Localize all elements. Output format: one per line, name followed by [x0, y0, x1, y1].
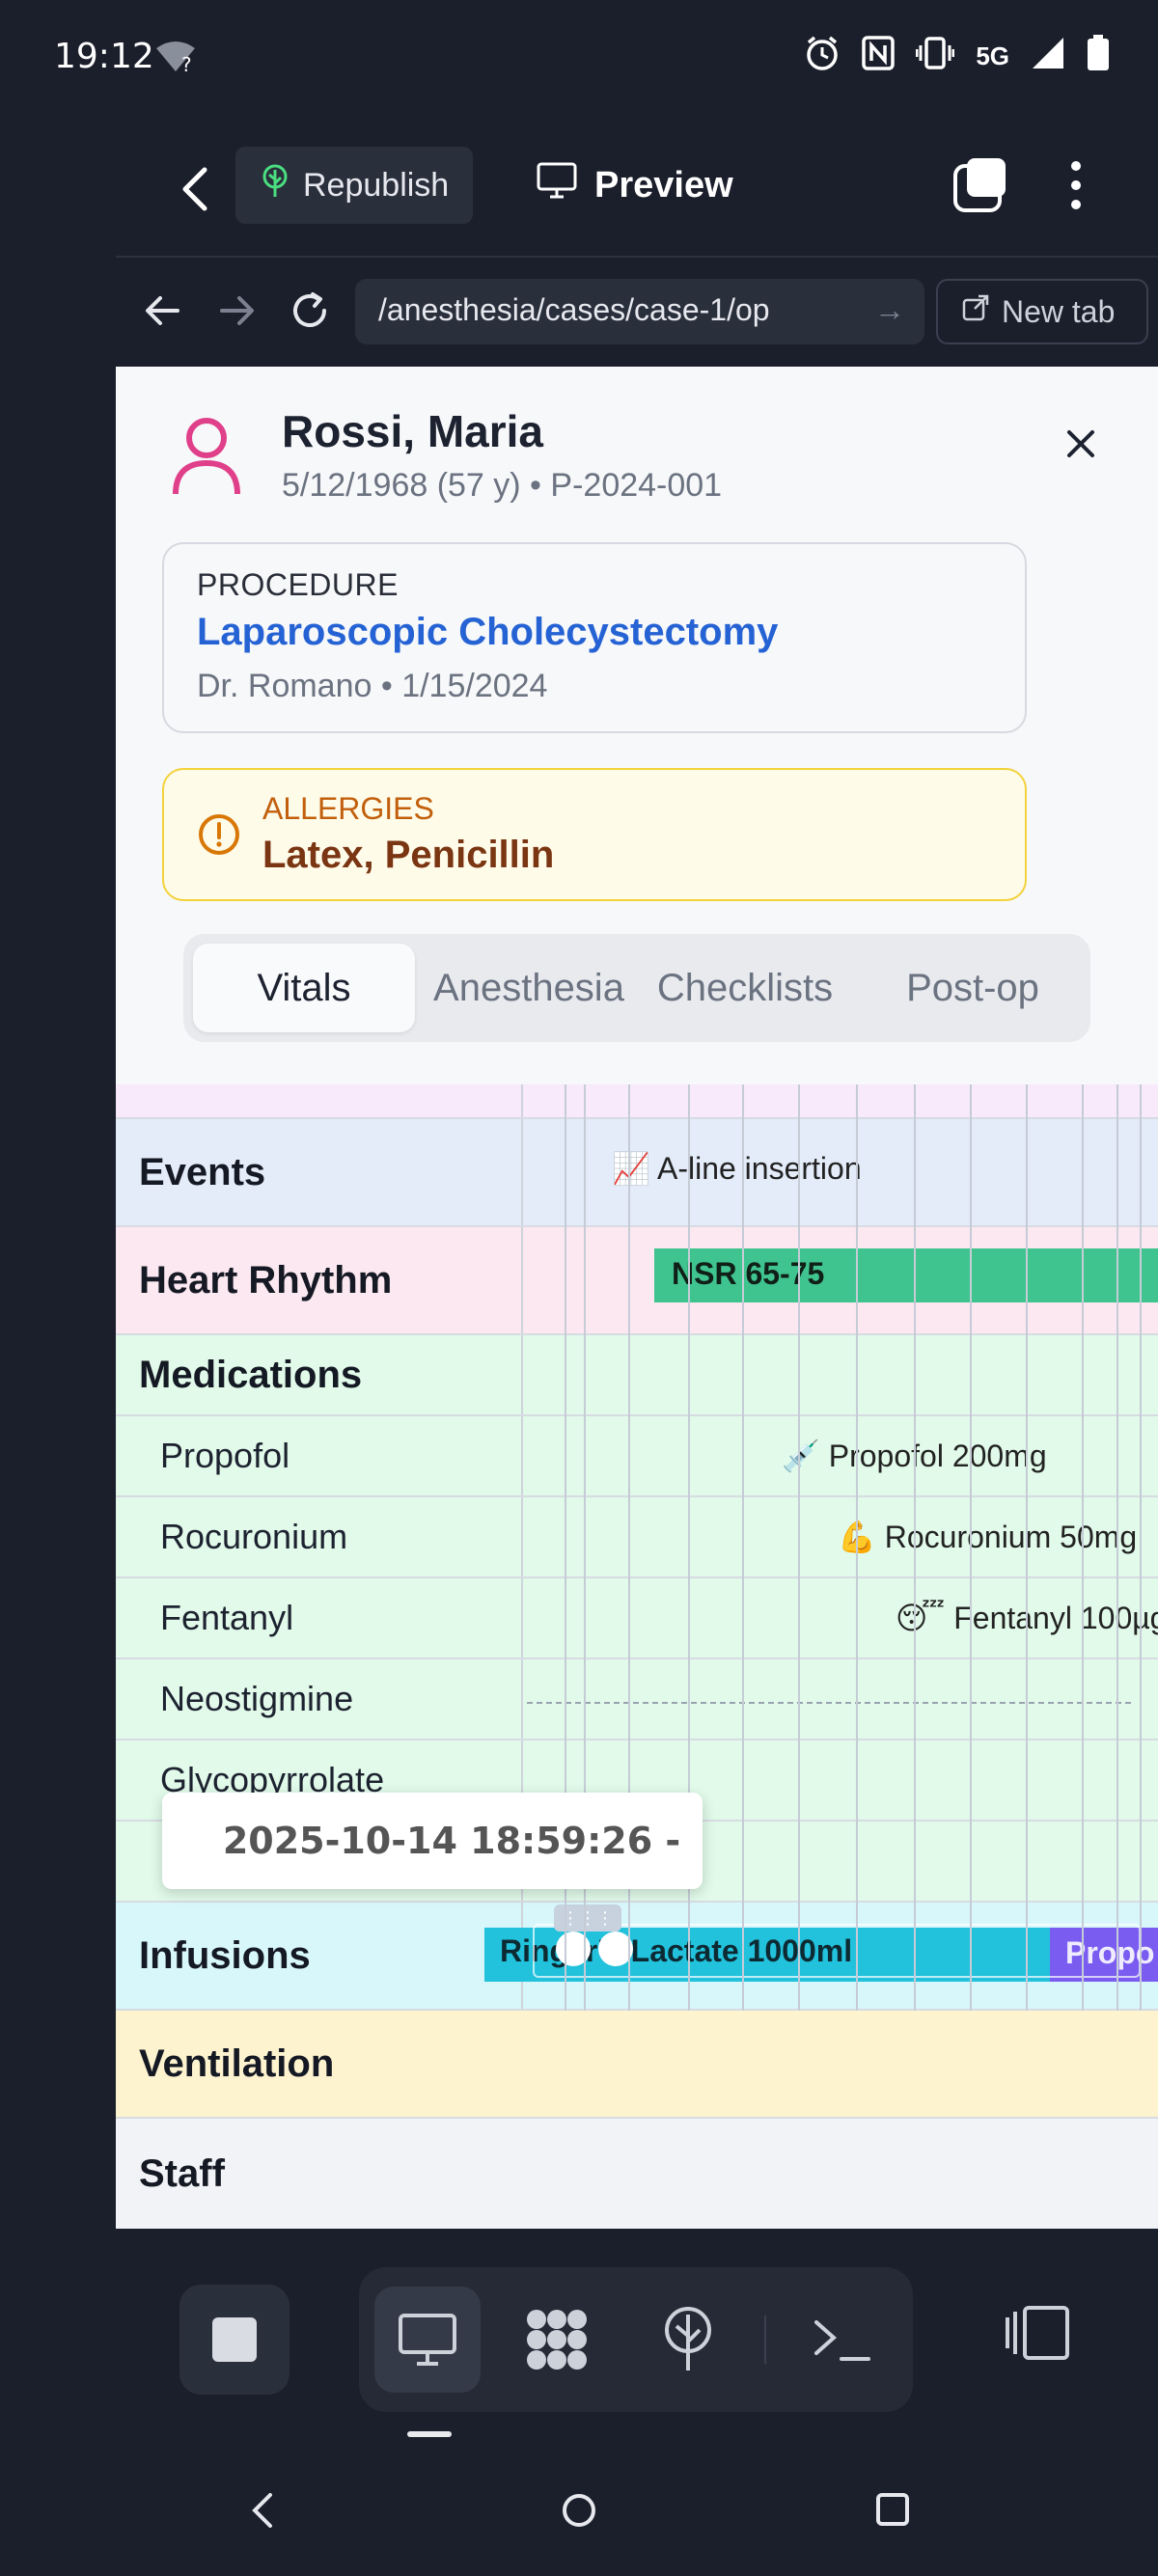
app-toolbar: Republish Preview [0, 135, 1158, 241]
row-heart-rhythm-label: Heart Rhythm [116, 1227, 523, 1333]
stop-button[interactable] [179, 2285, 290, 2395]
network-label: 5G [976, 41, 1009, 70]
row-events: Events 📈 A-line insertion [116, 1119, 1158, 1227]
tab-anesthesia[interactable]: Anesthesia [419, 944, 639, 1032]
wifi-icon: ? [154, 39, 197, 78]
external-link-icon [961, 293, 990, 330]
row-propofol-label: Propofol [116, 1416, 523, 1495]
desktop-view-button[interactable] [374, 2287, 481, 2393]
back-button[interactable] [172, 162, 220, 216]
nav-home-icon[interactable] [560, 2491, 598, 2535]
patient-avatar-icon [170, 415, 243, 496]
scrub-handle-icon[interactable]: ⋮⋮⋮ [554, 1905, 621, 1932]
terminal-button[interactable] [789, 2287, 896, 2393]
dock-tool-group [359, 2267, 913, 2412]
dock-divider [764, 2316, 766, 2364]
time-tooltip: 2025-10-14 18:59:26 - [162, 1793, 703, 1889]
row-neostigmine-label: Neostigmine [116, 1659, 523, 1739]
patient-info: 5/12/1968 (57 y) • P-2024-001 [282, 467, 723, 504]
tabs-switcher-button[interactable] [951, 156, 1009, 214]
row-infusions-label: Infusions [116, 1903, 523, 2009]
row-staff-label: Staff [139, 2151, 225, 2195]
row-heart-rhythm: Heart Rhythm NSR 65-75 [116, 1227, 1158, 1335]
patient-name: Rossi, Maria [282, 406, 543, 456]
status-bar: 19:12 ? 5G [0, 0, 1158, 116]
more-menu-button[interactable] [1062, 156, 1090, 214]
anesthesia-timeline: Events 📈 A-line insertion Heart Rhythm N… [116, 1084, 1158, 2229]
row-ventilation-label: Ventilation [139, 2042, 335, 2085]
timeline-top-strip [116, 1084, 1158, 1119]
new-tab-button[interactable]: New tab [936, 279, 1148, 344]
rhythm-bar[interactable]: NSR 65-75 [654, 1248, 1158, 1302]
row-infusions: Infusions Ringer's Lactate 1000ml Propo … [116, 1903, 1158, 2011]
browser-forward-icon[interactable] [212, 287, 261, 335]
web-content: Rossi, Maria 5/12/1968 (57 y) • P-2024-0… [116, 367, 1158, 2229]
row-medications: Medications [116, 1335, 1158, 1416]
dose-rocuronium[interactable]: 💪 Rocuronium 50mg [838, 1519, 1137, 1555]
dose-fentanyl[interactable]: 😴 Fentanyl 100µg [896, 1600, 1158, 1636]
procedure-subtitle: Dr. Romano • 1/15/2024 [197, 668, 548, 704]
tab-vitals[interactable]: Vitals [193, 944, 415, 1032]
alert-circle-icon [197, 812, 241, 857]
status-time: 19:12 [54, 37, 154, 76]
nav-back-icon[interactable] [247, 2489, 276, 2536]
nav-recents-icon[interactable] [874, 2491, 911, 2533]
browser-nav-bar: /anesthesia/cases/case-1/op → New tab [116, 256, 1158, 367]
browser-back-icon[interactable] [139, 287, 187, 335]
tab-post-op[interactable]: Post-op [865, 944, 1081, 1032]
close-icon[interactable] [1062, 425, 1100, 463]
allergies-label: ALLERGIES [262, 791, 434, 826]
stop-icon [212, 2317, 257, 2362]
row-fentanyl-label: Fentanyl [116, 1578, 523, 1658]
tab-checklists[interactable]: Checklists [637, 944, 853, 1032]
republish-label: Republish [303, 166, 450, 204]
procedure-label: PROCEDURE [197, 567, 399, 602]
svg-text:?: ? [181, 53, 192, 73]
battery-icon [1087, 35, 1110, 78]
procedure-title[interactable]: Laparoscopic Cholecystectomy [197, 611, 992, 654]
preview-label: Preview [594, 164, 733, 206]
row-rocuronium: Rocuronium 💪 Rocuronium 50mg [116, 1497, 1158, 1578]
split-view-icon[interactable] [1004, 2306, 1071, 2373]
apps-grid-button[interactable] [504, 2287, 610, 2393]
tree-icon [261, 164, 290, 207]
row-ventilation: Ventilation [116, 2011, 1158, 2119]
url-go-icon[interactable]: → [874, 292, 905, 328]
new-tab-label: New tab [1002, 293, 1116, 329]
event-aline-insertion[interactable]: 📈 A-line insertion [612, 1150, 862, 1187]
section-tabs: Vitals Anesthesia Checklists Post-op [183, 934, 1090, 1042]
row-medications-label: Medications [116, 1335, 523, 1414]
dose-propofol[interactable]: 💉 Propofol 200mg [782, 1438, 1047, 1474]
url-input[interactable]: /anesthesia/cases/case-1/op → [355, 279, 924, 344]
row-rocuronium-label: Rocuronium [116, 1497, 523, 1576]
bottom-dock [0, 2258, 1158, 2451]
row-fentanyl: Fentanyl 😴 Fentanyl 100µg [116, 1578, 1158, 1659]
reload-icon[interactable] [286, 287, 334, 335]
row-staff: Staff [116, 2119, 1158, 2229]
row-neostigmine: Neostigmine [116, 1659, 1158, 1740]
signal-icon [1031, 36, 1065, 77]
vibrate-icon [915, 36, 955, 77]
row-events-label: Events [116, 1119, 523, 1225]
timeline-top-strip-label [116, 1084, 523, 1117]
deploy-tree-button[interactable] [635, 2287, 741, 2393]
republish-button[interactable]: Republish [235, 147, 473, 224]
scrub-right-handle[interactable] [598, 1932, 633, 1966]
allergies-card: ALLERGIES Latex, Penicillin [162, 768, 1027, 901]
url-text: /anesthesia/cases/case-1/op [378, 292, 770, 327]
scrub-left-handle[interactable] [556, 1932, 591, 1966]
preview-button[interactable]: Preview [537, 147, 733, 224]
allergies-value: Latex, Penicillin [262, 834, 555, 876]
nfc-icon [862, 36, 896, 77]
monitor-icon [537, 162, 577, 208]
alarm-icon [804, 35, 841, 78]
system-nav-bar [0, 2470, 1158, 2566]
dock-home-indicator [407, 2431, 452, 2437]
neostigmine-dashed-line [527, 1702, 1131, 1704]
procedure-card: PROCEDURE Laparoscopic Cholecystectomy D… [162, 542, 1027, 733]
row-propofol: Propofol 💉 Propofol 200mg [116, 1416, 1158, 1497]
